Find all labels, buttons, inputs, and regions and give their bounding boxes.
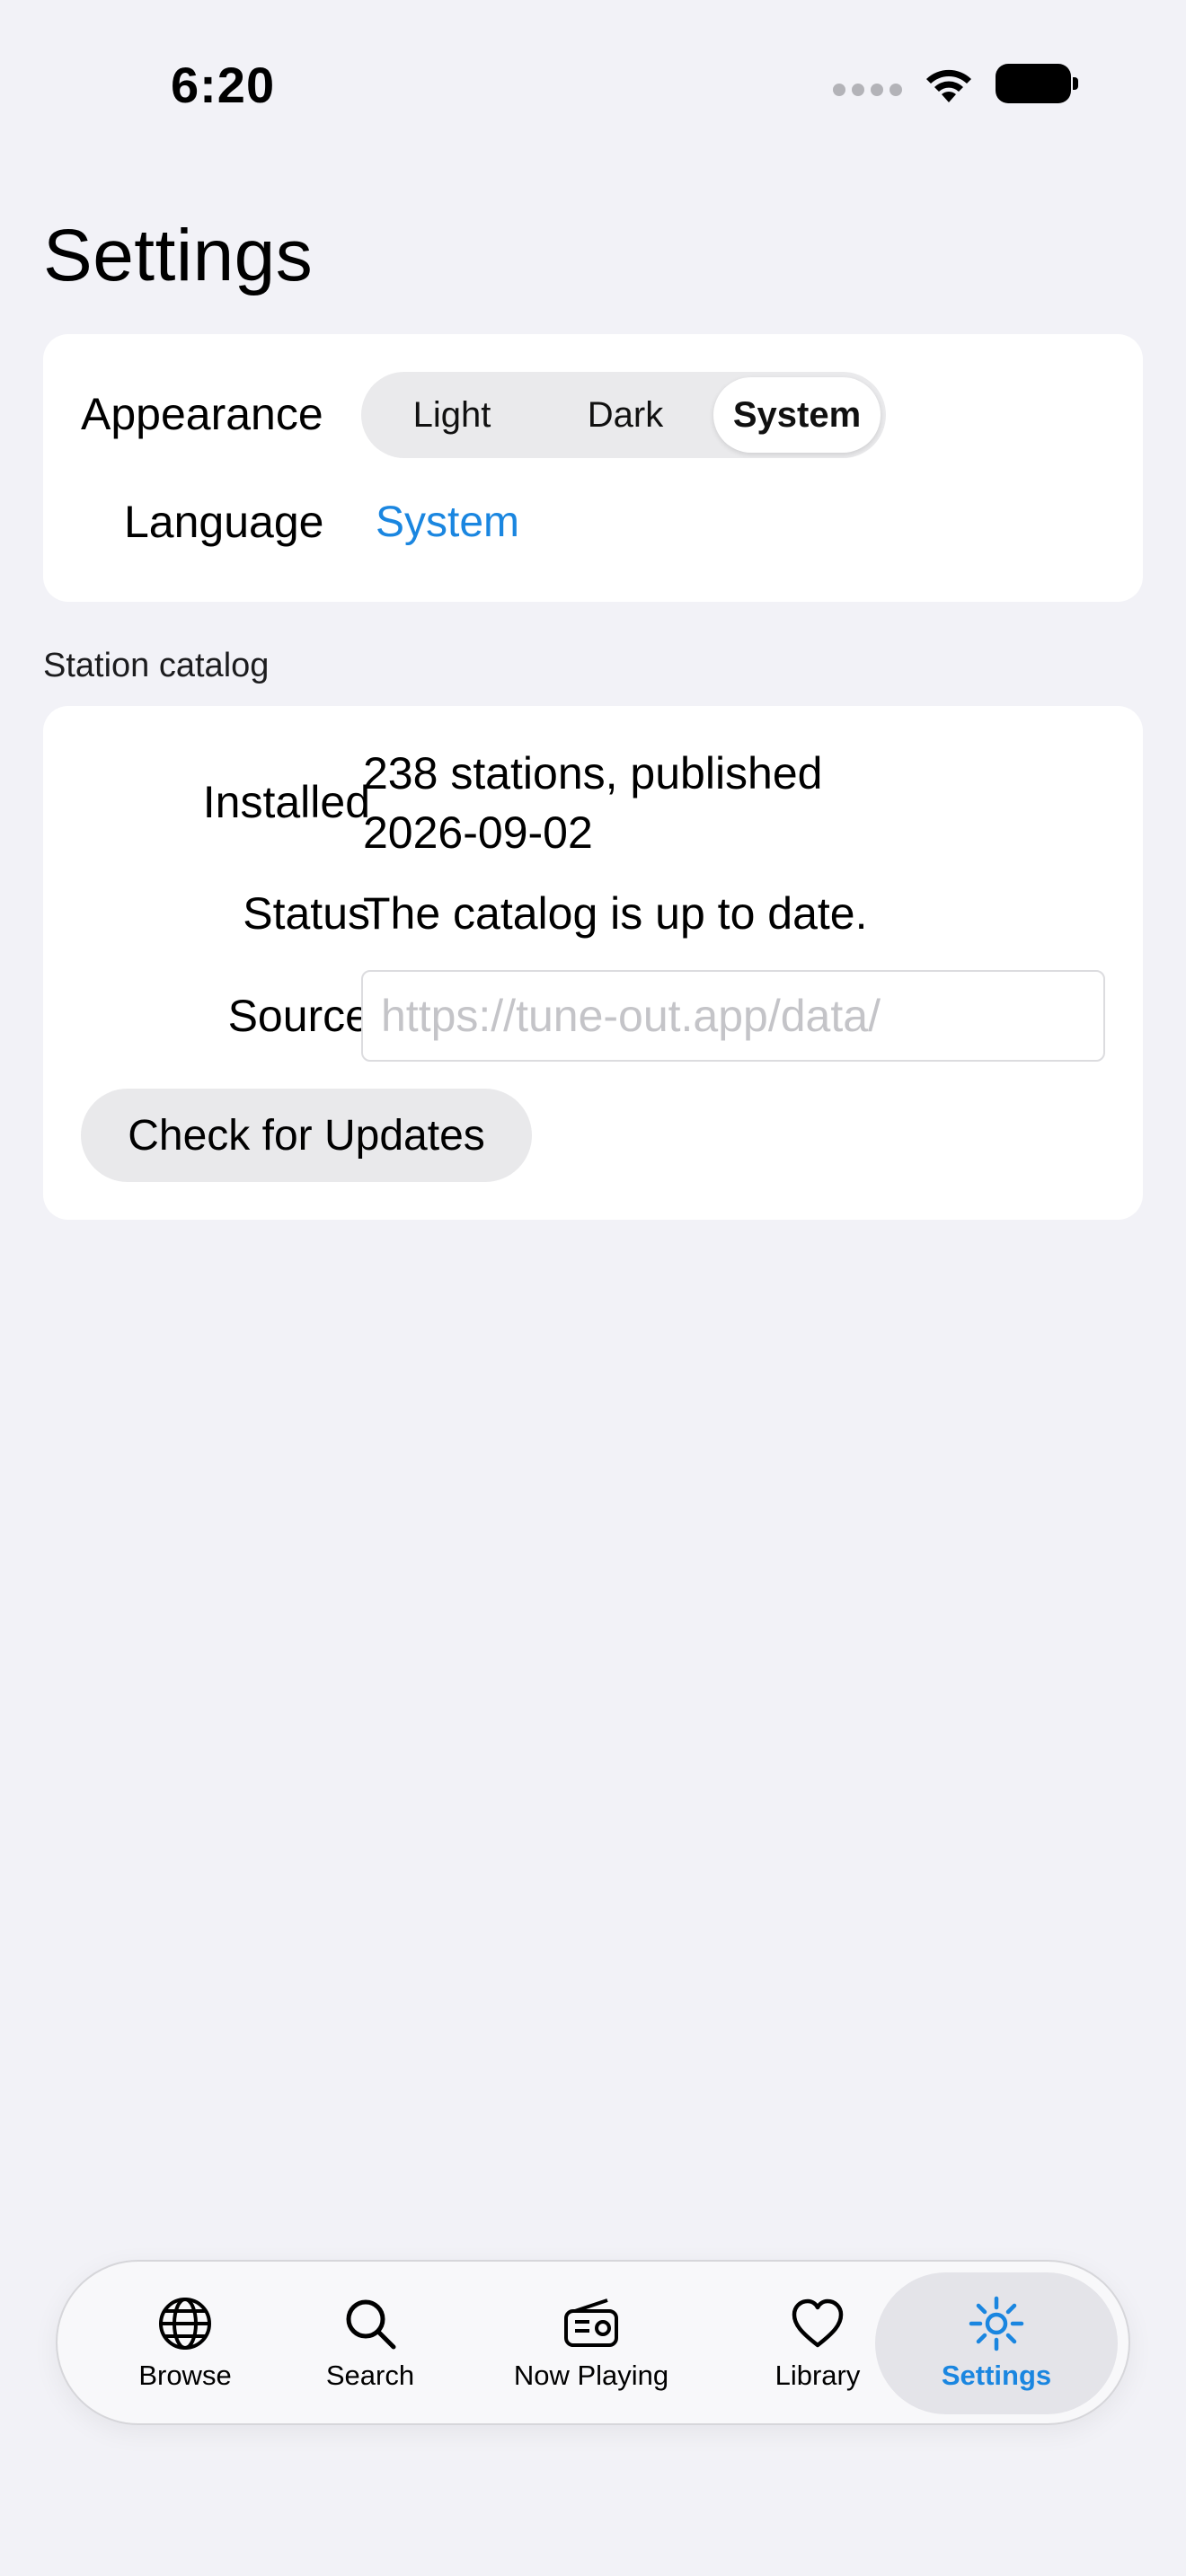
- battery-icon: [996, 64, 1078, 103]
- tab-settings-label: Settings: [941, 2360, 1052, 2391]
- tab-now-playing[interactable]: Now Playing: [503, 2272, 679, 2414]
- installed-value-line2: 2026-09-02: [363, 807, 593, 858]
- station-catalog-header: Station catalog: [43, 647, 270, 684]
- appearance-option-system[interactable]: System: [713, 377, 881, 453]
- tab-browse-label: Browse: [138, 2360, 232, 2391]
- tab-settings[interactable]: Settings: [875, 2272, 1118, 2414]
- page-title: Settings: [43, 215, 314, 296]
- source-url-field[interactable]: [361, 970, 1105, 1062]
- wifi-icon: [926, 69, 971, 102]
- status-indicators: [833, 63, 1078, 104]
- status-time: 6:20: [171, 57, 276, 113]
- installed-value: 238 stations, published 2026-09-02: [363, 744, 822, 862]
- tab-browse[interactable]: Browse: [120, 2272, 250, 2414]
- source-label: Source: [227, 991, 370, 1041]
- magnifying-glass-icon: [346, 2299, 396, 2350]
- check-for-updates-button[interactable]: Check for Updates: [81, 1089, 532, 1182]
- tab-bar: Browse Search Now Playing Library Settin…: [56, 2260, 1130, 2425]
- tab-library[interactable]: Library: [753, 2272, 882, 2414]
- appearance-option-light[interactable]: Light: [367, 377, 537, 453]
- status-value: The catalog is up to date.: [363, 888, 868, 939]
- tab-search-label: Search: [325, 2360, 415, 2391]
- appearance-option-dark[interactable]: Dark: [537, 377, 713, 453]
- language-label: Language: [124, 497, 324, 547]
- cellular-signal-icon: [833, 84, 902, 96]
- tab-library-label: Library: [774, 2360, 861, 2391]
- radio-icon: [564, 2298, 618, 2347]
- language-picker-link[interactable]: System: [376, 498, 519, 547]
- installed-label: Installed: [202, 777, 370, 827]
- tab-search[interactable]: Search: [305, 2272, 435, 2414]
- installed-value-line1: 238 stations, published: [363, 748, 823, 798]
- gear-icon: [969, 2296, 1024, 2351]
- station-catalog-card: Installed 238 stations, published 2026-0…: [43, 706, 1143, 1220]
- appearance-segmented-control[interactable]: Light Dark System: [361, 372, 886, 458]
- status-label: Status: [243, 888, 370, 939]
- settings-screen: 6:20 Settings Appearance Light Dark Syst…: [0, 0, 1186, 2576]
- appearance-label: Appearance: [81, 389, 323, 439]
- tab-now-playing-label: Now Playing: [513, 2360, 669, 2391]
- general-settings-card: Appearance Light Dark System Language Sy…: [43, 334, 1143, 602]
- globe-icon: [159, 2298, 211, 2350]
- heart-icon: [792, 2298, 844, 2348]
